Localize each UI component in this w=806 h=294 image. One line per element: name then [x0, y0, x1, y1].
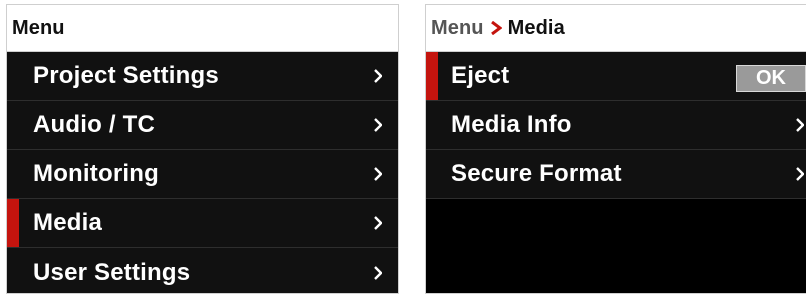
- breadcrumb: Menu Media: [426, 5, 806, 52]
- menu-item-label: Secure Format: [451, 160, 622, 187]
- menu-header: Menu: [7, 5, 398, 52]
- breadcrumb-current: Media: [507, 16, 565, 39]
- ok-button[interactable]: OK: [736, 65, 806, 92]
- menu-item-media-info[interactable]: Media Info: [426, 101, 806, 150]
- chevron-right-icon: [374, 69, 382, 83]
- chevron-right-icon: [374, 216, 382, 230]
- breadcrumb-parent[interactable]: Menu: [431, 17, 484, 40]
- chevron-right-icon: [374, 118, 382, 132]
- breadcrumb-arrow-icon: [490, 21, 502, 35]
- menu-item-label: Eject: [451, 62, 510, 89]
- chevron-right-icon: [796, 118, 804, 132]
- menu-item-monitoring[interactable]: Monitoring: [7, 150, 398, 199]
- menu-item-user-settings[interactable]: User Settings: [7, 248, 398, 293]
- menu-item-audio-tc[interactable]: Audio / TC: [7, 101, 398, 150]
- menu-item-label: Media: [33, 209, 103, 236]
- menu-item-media[interactable]: Media: [7, 199, 398, 248]
- menu-panel: Menu Project Settings Audio / TC Monitor…: [6, 4, 399, 294]
- media-panel: Menu Media Eject OK Media Info Secure Fo…: [425, 4, 806, 294]
- menu-item-label: User Settings: [33, 258, 191, 286]
- selection-indicator: [426, 52, 438, 100]
- menu-item-label: Audio / TC: [33, 111, 155, 138]
- chevron-right-icon: [374, 167, 382, 181]
- menu-item-label: Media Info: [451, 111, 572, 138]
- menu-item-label: Monitoring: [33, 160, 159, 187]
- chevron-right-icon: [796, 167, 804, 181]
- selection-indicator: [7, 199, 19, 247]
- menu-item-eject[interactable]: Eject OK: [426, 52, 806, 101]
- menu-item-project-settings[interactable]: Project Settings: [7, 52, 398, 101]
- menu-item-label: Project Settings: [33, 62, 219, 89]
- chevron-right-icon: [374, 265, 382, 280]
- menu-title: Menu: [12, 16, 65, 39]
- menu-item-secure-format[interactable]: Secure Format: [426, 150, 806, 199]
